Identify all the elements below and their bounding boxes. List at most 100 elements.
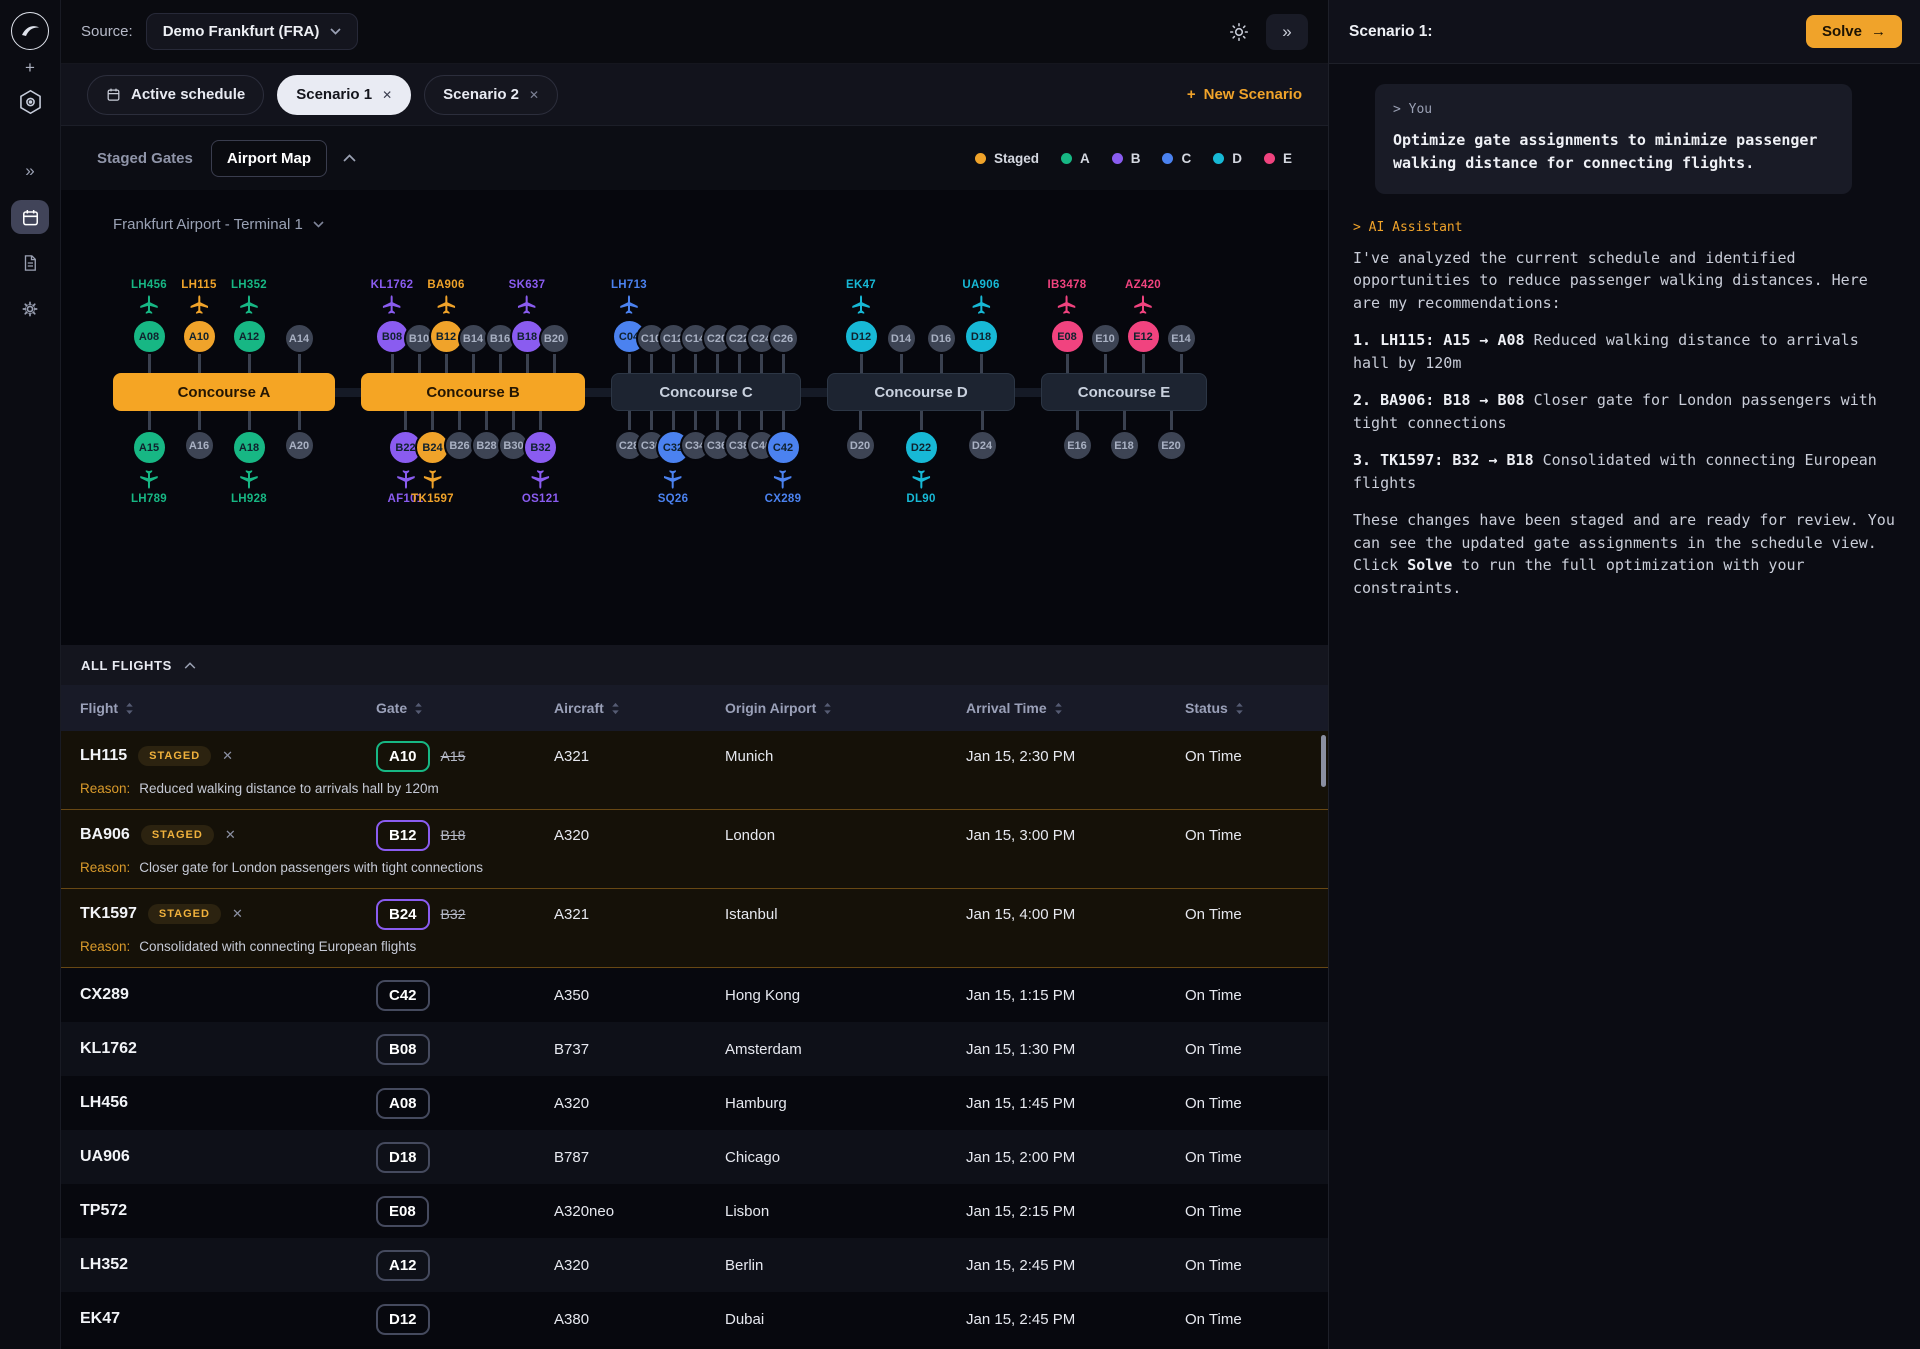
expand-sidebar-icon[interactable]: » [11,154,49,188]
gate-circle-A16[interactable]: A16 [184,430,215,461]
gate-B26[interactable]: B26 [446,411,473,461]
gate-chip-C42[interactable]: C42 [376,980,430,1011]
unstage-close-icon[interactable]: ✕ [225,827,236,843]
gate-B20[interactable]: B20 [541,323,568,373]
toggle-staged-gates[interactable]: Staged Gates [97,150,193,167]
collapse-panel-button[interactable]: » [1266,14,1308,50]
gate-E20[interactable]: E20 [1148,411,1195,461]
gate-E10[interactable]: E10 [1086,323,1124,373]
gate-A08[interactable]: A08LH456 [124,319,174,373]
gate-C34[interactable]: C34 [684,411,706,461]
gate-E16[interactable]: E16 [1054,411,1101,461]
table-row-LH115[interactable]: LH115STAGED✕A10A15A321MunichJan 15, 2:30… [61,731,1328,810]
gate-C28[interactable]: C28 [618,411,640,461]
toggle-airport-map[interactable]: Airport Map [211,140,327,177]
gate-E14[interactable]: E14 [1162,323,1200,373]
gate-circle-E20[interactable]: E20 [1156,430,1187,461]
gate-A18[interactable]: A18LH928 [224,411,274,465]
gate-B12[interactable]: B12BA906 [433,319,460,373]
gate-circle-D14[interactable]: D14 [886,323,917,354]
theme-sun-icon[interactable] [1228,21,1250,43]
gate-B16[interactable]: B16 [487,323,514,373]
gate-circle-E16[interactable]: E16 [1062,430,1093,461]
gate-C04[interactable]: C04LH713 [618,319,640,373]
column-header-flight[interactable]: Flight [61,700,376,716]
sort-icon[interactable] [125,702,134,715]
gate-circle-D24[interactable]: D24 [967,430,998,461]
gate-A20[interactable]: A20 [274,411,324,461]
sidebar-item-schedule[interactable] [11,200,49,234]
unstage-close-icon[interactable]: ✕ [232,906,243,922]
sort-icon[interactable] [1235,702,1244,715]
close-icon[interactable]: ✕ [529,88,539,102]
gate-circle-E10[interactable]: E10 [1090,323,1121,354]
gate-circle-D18[interactable]: D18 [964,319,999,354]
table-row-LH456[interactable]: LH456A08A320HamburgJan 15, 1:45 PMOn Tim… [61,1076,1328,1130]
gate-D24[interactable]: D24 [952,411,1013,461]
gate-E08[interactable]: E08IB3478 [1048,319,1086,373]
gate-chip-B24[interactable]: B24 [376,899,430,930]
tab-scenario-2[interactable]: Scenario 2✕ [424,75,558,115]
table-scrollbar[interactable] [1321,735,1326,787]
gate-D12[interactable]: D12EK47 [841,319,881,373]
gate-B22[interactable]: B22AF101 [392,411,419,465]
gate-chip-D18[interactable]: D18 [376,1142,430,1173]
gate-chip-D12[interactable]: D12 [376,1304,430,1335]
tab-scenario-1[interactable]: Scenario 1✕ [277,75,411,115]
table-row-UA906[interactable]: UA906D18B787ChicagoJan 15, 2:00 PMOn Tim… [61,1130,1328,1184]
column-header-arrival-time[interactable]: Arrival Time [966,700,1185,716]
gate-B08[interactable]: B08KL1762 [379,319,406,373]
table-row-LH352[interactable]: LH352A12A320BerlinJan 15, 2:45 PMOn Time [61,1238,1328,1292]
gate-circle-B14[interactable]: B14 [458,323,489,354]
close-icon[interactable]: ✕ [382,88,392,102]
sidebar-item-documents[interactable] [11,246,49,280]
column-header-aircraft[interactable]: Aircraft [554,700,725,716]
gate-circle-A18[interactable]: A18 [232,430,267,465]
gate-circle-A14[interactable]: A14 [284,323,315,354]
concourse-block-c[interactable]: Concourse C [611,373,801,411]
gate-circle-B32[interactable]: B32 [523,430,558,465]
gate-circle-A15[interactable]: A15 [132,430,167,465]
gate-circle-C26[interactable]: C26 [768,323,799,354]
source-select[interactable]: Demo Frankfurt (FRA) [146,13,359,50]
gate-D14[interactable]: D14 [881,323,921,373]
gate-D18[interactable]: D18UA906 [961,319,1001,373]
gate-A15[interactable]: A15LH789 [124,411,174,465]
gate-circle-E12[interactable]: E12 [1126,319,1161,354]
gate-E12[interactable]: E12AZ420 [1124,319,1162,373]
table-row-BA906[interactable]: BA906STAGED✕B12B18A320LondonJan 15, 3:00… [61,810,1328,889]
gate-B32[interactable]: B32OS121 [527,411,554,465]
tab-active-schedule[interactable]: Active schedule [87,75,264,115]
table-row-TP572[interactable]: TP572E08A320neoLisbonJan 15, 2:15 PMOn T… [61,1184,1328,1238]
table-row-EK47[interactable]: EK47D12A380DubaiJan 15, 2:45 PMOn Time [61,1292,1328,1346]
gate-D22[interactable]: D22DL90 [891,411,952,465]
gate-circle-E08[interactable]: E08 [1050,319,1085,354]
gate-circle-D12[interactable]: D12 [844,319,879,354]
gate-D16[interactable]: D16 [921,323,961,373]
unstage-close-icon[interactable]: ✕ [222,748,233,764]
gate-A10[interactable]: A10LH115 [174,319,224,373]
gate-A12[interactable]: A12LH352 [224,319,274,373]
gate-E18[interactable]: E18 [1101,411,1148,461]
gate-B28[interactable]: B28 [473,411,500,461]
gate-circle-A12[interactable]: A12 [232,319,267,354]
gate-B24[interactable]: B24TK1597 [419,411,446,465]
gate-C36[interactable]: C36 [706,411,728,461]
new-scenario-button[interactable]: + New Scenario [1187,86,1302,103]
gate-chip-A08[interactable]: A08 [376,1088,430,1119]
gate-D20[interactable]: D20 [830,411,891,461]
map-terminal-selector[interactable]: Frankfurt Airport - Terminal 1 [113,216,1328,233]
hexagon-eye-icon[interactable] [17,88,44,116]
all-flights-section-header[interactable]: ALL FLIGHTS [61,645,1328,685]
chevron-up-icon[interactable] [343,154,356,162]
gate-circle-A08[interactable]: A08 [132,319,167,354]
concourse-block-d[interactable]: Concourse D [827,373,1015,411]
gate-B10[interactable]: B10 [406,323,433,373]
add-icon[interactable]: + [25,58,35,78]
gate-chip-A12[interactable]: A12 [376,1250,430,1281]
gate-chip-B08[interactable]: B08 [376,1034,430,1065]
gate-B18[interactable]: B18SK637 [514,319,541,373]
gate-chip-A10[interactable]: A10 [376,741,430,772]
column-header-status[interactable]: Status [1185,700,1328,716]
gate-C42[interactable]: C42CX289 [772,411,794,465]
